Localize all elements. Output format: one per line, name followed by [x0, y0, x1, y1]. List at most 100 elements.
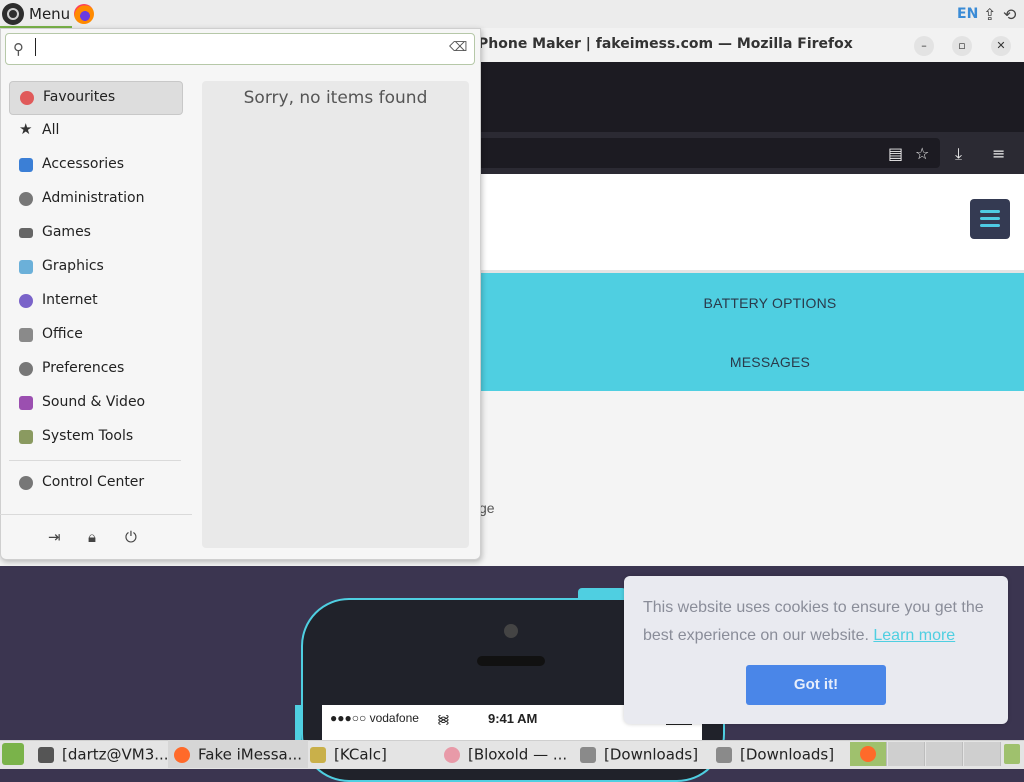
close-icon[interactable]: ✕ [991, 36, 1011, 56]
phone-carrier-status: ●●●○○ vodafone [330, 711, 419, 725]
category-label: Accessories [42, 156, 125, 172]
taskbar-label: [KCalc] [334, 745, 387, 764]
top-panel: Menu EN ⇪ ⟲ [0, 0, 1024, 28]
learn-more-link[interactable]: Learn more [873, 627, 955, 644]
window-title: Phone Maker | fakeimess.com — Mozilla Fi… [478, 36, 853, 52]
maximize-icon[interactable]: ▫ [952, 36, 972, 56]
category-system-tools[interactable]: System Tools [9, 421, 181, 453]
wifi-icon: ᯼ [437, 712, 450, 726]
workspace-2[interactable] [888, 742, 925, 766]
text-caret [35, 38, 36, 56]
cookie-message: This website uses cookies to ensure you … [643, 594, 993, 650]
got-it-button[interactable]: Got it! [746, 665, 886, 705]
download-icon[interactable]: ⤓ [955, 144, 962, 164]
lock-icon[interactable]: 🔒︎ [88, 528, 96, 546]
taskbar-item-firefox[interactable]: Fake iMessa... [168, 740, 308, 768]
category-games[interactable]: Games [9, 217, 181, 249]
phone-camera [504, 624, 518, 638]
hamburger-menu-icon[interactable]: ≡ [992, 144, 1005, 163]
url-bar[interactable] [478, 138, 940, 168]
sound-video-icon [19, 396, 33, 410]
internet-icon [19, 294, 33, 308]
category-label: Favourites [43, 89, 116, 105]
taskbar-label: Fake iMessa... [198, 745, 303, 764]
category-preferences[interactable]: Preferences [9, 353, 181, 385]
category-all[interactable]: ★ All [9, 115, 181, 147]
category-administration[interactable]: Administration [9, 183, 181, 215]
bloxold-icon [444, 746, 460, 763]
search-icon: ⚲ [13, 40, 24, 58]
category-sound-video[interactable]: Sound & Video [9, 387, 181, 419]
office-icon [19, 328, 33, 342]
bookmark-star-icon[interactable]: ☆ [915, 144, 929, 163]
graphics-icon [19, 260, 33, 274]
taskbar-item-downloads[interactable]: [Downloads] [710, 740, 848, 768]
system-tools-icon [19, 430, 33, 444]
kcalc-icon [310, 746, 326, 763]
terminal-icon [38, 746, 54, 763]
category-label: Administration [42, 190, 145, 206]
trash-icon[interactable] [1004, 744, 1020, 764]
empty-results-message: Sorry, no items found [243, 88, 428, 108]
site-menu-button[interactable] [970, 199, 1010, 239]
nav-messages[interactable]: MESSAGES [520, 354, 1020, 370]
workspace-4[interactable] [964, 742, 1001, 766]
category-label: Graphics [42, 258, 104, 274]
control-center-item[interactable]: Control Center [9, 467, 181, 499]
firefox-icon [174, 746, 190, 763]
taskbar-item-downloads[interactable]: [Downloads] [574, 740, 712, 768]
category-label: Sound & Video [42, 394, 146, 410]
phone-time: 9:41 AM [488, 711, 538, 726]
power-icon[interactable]: ⏻ [125, 528, 137, 546]
menu-button-label[interactable]: Menu [29, 5, 70, 23]
menu-divider [0, 514, 192, 515]
folder-icon [580, 746, 596, 763]
administration-icon [19, 192, 33, 206]
category-label: Office [42, 326, 83, 342]
category-internet[interactable]: Internet [9, 285, 181, 317]
category-label: All [42, 122, 60, 138]
update-icon[interactable]: ⇪ [983, 5, 996, 24]
clear-search-icon[interactable]: ⌫ [449, 40, 467, 55]
category-graphics[interactable]: Graphics [9, 251, 181, 283]
control-center-label: Control Center [42, 474, 145, 490]
phone-speaker [477, 656, 545, 666]
folder-icon [716, 746, 732, 763]
preferences-icon [19, 362, 33, 376]
show-desktop-icon[interactable] [2, 743, 24, 765]
search-input[interactable] [5, 33, 475, 65]
taskbar-item-bloxold[interactable]: [Bloxold — ... [438, 740, 576, 768]
category-label: Games [42, 224, 91, 240]
reader-view-icon[interactable]: ▤ [888, 144, 903, 163]
workspace-3[interactable] [926, 742, 963, 766]
keyboard-language-indicator[interactable]: EN [957, 6, 978, 22]
network-icon[interactable]: ⟲ [1003, 5, 1016, 24]
minimize-icon[interactable]: – [914, 36, 934, 56]
phone-accent [578, 588, 626, 598]
category-office[interactable]: Office [9, 319, 181, 351]
phone-side-button [295, 705, 301, 740]
category-label: Preferences [42, 360, 125, 376]
taskbar-item-kcalc[interactable]: [KCalc] [304, 740, 442, 768]
star-icon: ★ [19, 120, 33, 138]
logout-icon[interactable]: ⇥ [48, 528, 61, 546]
firefox-icon [860, 746, 876, 762]
category-accessories[interactable]: Accessories [9, 149, 181, 181]
firefox-launcher-icon[interactable] [74, 4, 94, 24]
accessories-icon [19, 158, 33, 172]
nav-battery-options[interactable]: BATTERY OPTIONS [520, 295, 1020, 311]
category-label: Internet [42, 292, 98, 308]
taskbar-label: [Downloads] [604, 745, 699, 764]
taskbar-label: [Downloads] [740, 745, 835, 764]
category-favourites[interactable]: Favourites [9, 81, 183, 115]
category-label: System Tools [42, 428, 134, 444]
menu-logo-icon[interactable] [2, 3, 24, 25]
menu-divider [9, 460, 181, 461]
taskbar-item-terminal[interactable]: [dartz@VM3... [32, 740, 172, 768]
taskbar-label: [dartz@VM3... [62, 745, 169, 764]
heart-icon [20, 91, 34, 105]
taskbar-label: [Bloxold — ... [468, 745, 568, 764]
control-center-icon [19, 476, 33, 490]
games-icon [19, 228, 33, 238]
results-pane [202, 81, 469, 548]
